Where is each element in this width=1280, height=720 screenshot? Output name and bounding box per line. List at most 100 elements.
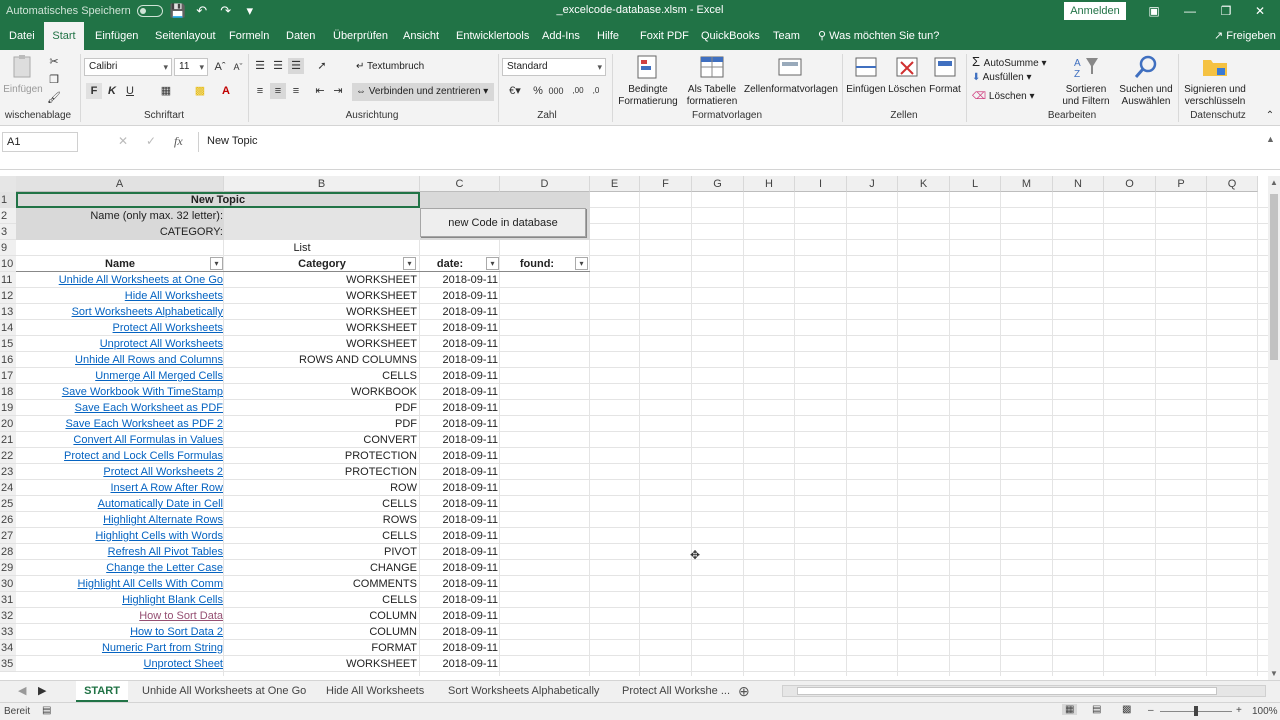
save-icon[interactable]: 💾: [169, 3, 187, 19]
hyperlink-cell[interactable]: Highlight Alternate Rows: [16, 512, 223, 528]
normal-view-icon[interactable]: ▦: [1062, 704, 1078, 715]
format-cells-button[interactable]: Format: [928, 54, 962, 96]
hyperlink-cell[interactable]: Refresh All Pivot Tables: [16, 544, 223, 560]
row-header[interactable]: 26: [0, 512, 16, 528]
column-header-i[interactable]: I: [795, 176, 847, 192]
hyperlink-cell[interactable]: Protect and Lock Cells Formulas: [16, 448, 223, 464]
hyperlink-cell[interactable]: How to Sort Data: [16, 608, 223, 624]
thousands-icon[interactable]: 000: [548, 83, 564, 99]
worksheet-grid[interactable]: A B C D E F G H I J K L M N O P Q 1 2 3 9 10 11 12 13 14 15 16 17 18 1…: [0, 176, 1268, 676]
cell-styles-button[interactable]: Zellenformatvorlagen: [744, 54, 838, 96]
tab-entwicklertools[interactable]: Entwicklertools: [450, 22, 535, 50]
row-header[interactable]: 13: [0, 304, 16, 320]
scroll-up-icon[interactable]: ▲: [1270, 178, 1278, 187]
h-scroll-thumb[interactable]: [797, 687, 1217, 695]
tab-daten[interactable]: Daten: [280, 22, 321, 50]
fx-icon[interactable]: fx: [174, 134, 183, 149]
hyperlink-cell[interactable]: Sort Worksheets Alphabetically: [16, 304, 223, 320]
shrink-font-icon[interactable]: Aˇ: [230, 59, 246, 75]
minimize-icon[interactable]: —: [1178, 2, 1202, 20]
decrease-indent-icon[interactable]: ⇤: [312, 83, 328, 99]
column-header-e[interactable]: E: [590, 176, 640, 192]
hyperlink-cell[interactable]: Highlight Blank Cells: [16, 592, 223, 608]
row-header[interactable]: 14: [0, 320, 16, 336]
prev-sheet-icon[interactable]: ◀: [18, 681, 26, 702]
underline-button[interactable]: U: [122, 83, 138, 99]
row-header[interactable]: 21: [0, 432, 16, 448]
fill-color-icon[interactable]: ▩: [192, 83, 208, 99]
hyperlink-cell[interactable]: Highlight Cells with Words: [16, 528, 223, 544]
page-break-icon[interactable]: ▩: [1122, 704, 1131, 715]
hyperlink-cell[interactable]: Convert All Formulas in Values: [16, 432, 223, 448]
row-header[interactable]: 1: [0, 192, 16, 208]
hyperlink-cell[interactable]: Protect All Worksheets: [16, 320, 223, 336]
zoom-out-icon[interactable]: –: [1148, 705, 1154, 716]
column-header-m[interactable]: M: [1001, 176, 1053, 192]
column-header-b[interactable]: B: [224, 176, 420, 192]
cancel-icon[interactable]: ✕: [118, 134, 128, 148]
currency-icon[interactable]: €▾: [504, 83, 526, 99]
login-button[interactable]: Anmelden: [1064, 2, 1126, 20]
expand-formula-icon[interactable]: ▲: [1266, 134, 1275, 144]
row-header[interactable]: 10: [0, 256, 16, 272]
new-code-button[interactable]: new Code in database: [420, 208, 586, 237]
row-header[interactable]: 17: [0, 368, 16, 384]
name-input-cell[interactable]: [224, 208, 420, 224]
tab-team[interactable]: Team: [767, 22, 806, 50]
align-left-icon[interactable]: ≡: [252, 83, 268, 99]
row-header[interactable]: 28: [0, 544, 16, 560]
merge-center-button[interactable]: ⇔ Verbinden und zentrieren ▾: [352, 83, 494, 101]
row-header[interactable]: 18: [0, 384, 16, 400]
font-color-icon[interactable]: A: [218, 83, 234, 99]
row-header[interactable]: 9: [0, 240, 16, 256]
tab-hilfe[interactable]: Hilfe: [591, 22, 625, 50]
row-header[interactable]: 32: [0, 608, 16, 624]
autosave-toggle[interactable]: [136, 5, 163, 17]
row-header[interactable]: 35: [0, 656, 16, 672]
name-box[interactable]: A1: [2, 132, 78, 152]
align-middle-icon[interactable]: ☰: [270, 58, 286, 74]
insert-cells-button[interactable]: Einfügen: [846, 54, 886, 96]
hyperlink-cell[interactable]: Unprotect Sheet: [16, 656, 224, 672]
hyperlink-cell[interactable]: Unhide All Rows and Columns: [16, 352, 223, 368]
hyperlink-cell[interactable]: Save Each Worksheet as PDF 2: [16, 416, 223, 432]
filter-dropdown-icon[interactable]: ▾: [210, 257, 223, 270]
hyperlink-cell[interactable]: Hide All Worksheets: [16, 288, 223, 304]
hyperlink-cell[interactable]: Unprotect All Worksheets: [16, 336, 223, 352]
tab-foxit-pdf[interactable]: Foxit PDF: [634, 22, 695, 50]
customize-qa-icon[interactable]: ▾: [241, 3, 259, 19]
macro-record-icon[interactable]: ▤: [42, 705, 51, 716]
fill-button[interactable]: ⬇ Ausfüllen ▾: [972, 72, 1032, 83]
ribbon-display-icon[interactable]: ▣: [1142, 2, 1166, 20]
undo-icon[interactable]: ↶: [193, 3, 211, 19]
row-header[interactable]: 15: [0, 336, 16, 352]
add-sheet-icon[interactable]: ⊕: [738, 681, 750, 702]
hyperlink-cell[interactable]: Automatically Date in Cell: [16, 496, 223, 512]
align-bottom-icon[interactable]: ☰: [288, 58, 304, 74]
hyperlink-cell[interactable]: Unhide All Worksheets at One Go: [16, 272, 223, 288]
percent-icon[interactable]: %: [530, 83, 546, 99]
column-header-g[interactable]: G: [692, 176, 744, 192]
orientation-icon[interactable]: ➚: [314, 58, 330, 74]
sheet-tab[interactable]: Unhide All Worksheets at One Go: [142, 681, 306, 702]
format-painter-icon[interactable]: 🖌: [46, 90, 62, 106]
page-layout-icon[interactable]: ▤: [1092, 704, 1101, 715]
row-header[interactable]: 16: [0, 352, 16, 368]
column-header-l[interactable]: L: [950, 176, 1001, 192]
filter-dropdown-icon[interactable]: ▾: [486, 257, 499, 270]
sheet-tab[interactable]: Sort Worksheets Alphabetically: [448, 681, 599, 702]
tab-add-ins[interactable]: Add-Ins: [536, 22, 586, 50]
formula-input[interactable]: New Topic: [198, 132, 1268, 152]
row-header[interactable]: 25: [0, 496, 16, 512]
conditional-format-button[interactable]: Bedingte Formatierung: [614, 54, 682, 108]
column-header-o[interactable]: O: [1104, 176, 1156, 192]
column-header-h[interactable]: H: [744, 176, 795, 192]
cut-icon[interactable]: ✂: [46, 54, 62, 70]
restore-icon[interactable]: ❐: [1214, 2, 1238, 20]
enter-icon[interactable]: ✓: [146, 134, 156, 148]
scroll-down-icon[interactable]: ▼: [1270, 669, 1278, 678]
clear-button[interactable]: ⌫ Löschen ▾: [972, 91, 1035, 102]
copy-icon[interactable]: ❐: [46, 72, 62, 88]
row-header[interactable]: 24: [0, 480, 16, 496]
row-header[interactable]: 12: [0, 288, 16, 304]
